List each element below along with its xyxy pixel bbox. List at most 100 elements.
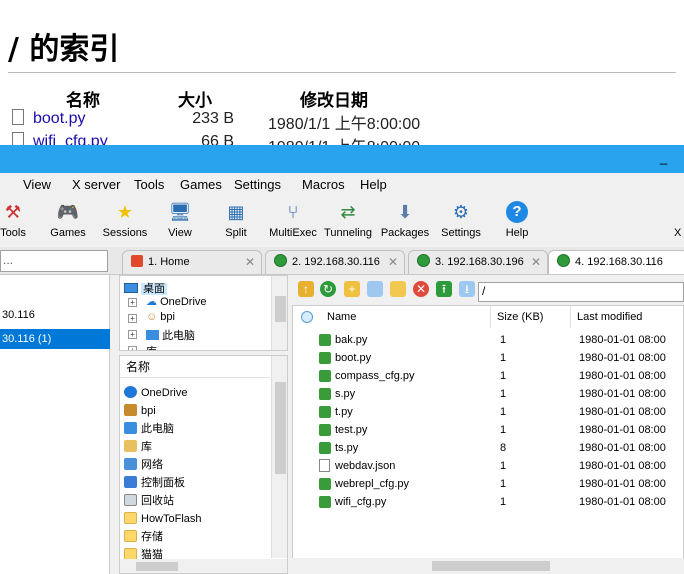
split-grid-icon: ▦ [227,202,245,222]
packages-button[interactable]: ⬇ Packages [377,195,433,239]
file-modified: 1980-01-01 08:00 [579,352,666,364]
table-row[interactable]: ts.py 8 1980-01-01 08:00 [293,439,683,457]
tab-home[interactable]: 1. Home ✕ [122,250,262,274]
tab-session-3[interactable]: 3. 192.168.30.196 ✕ [408,250,548,274]
tools-icon: ⚒ [4,202,22,222]
list-item[interactable]: 控制面板 [124,474,185,492]
parent-folder-icon[interactable]: ↑ [298,281,314,297]
column-header-name[interactable]: Name [293,306,491,328]
upload-icon[interactable]: ⭱ [436,281,452,297]
list-item[interactable]: 存储 [124,528,163,546]
fork-icon: ⑂ [287,202,299,222]
games-button[interactable]: 🎮 Games [40,195,96,239]
multiexec-button[interactable]: ⑂ MultiExec [265,195,321,239]
delete-icon[interactable]: ✕ [413,281,429,297]
list-item[interactable]: 此电脑 [124,420,174,438]
index-row [12,109,24,130]
gears-icon: ⚙ [452,202,470,222]
list-item[interactable]: 网络 [124,456,163,474]
quick-connect-input[interactable]: ... [0,250,108,272]
tab-session-2[interactable]: 2. 192.168.30.116 ✕ [265,250,405,274]
file-list-hscrollbar[interactable] [292,558,684,574]
session-item[interactable]: 30.116 [0,305,110,325]
tree-node-pc[interactable]: 此电脑 [146,327,195,343]
list-scrollbar[interactable] [271,356,287,558]
menu-settings[interactable]: Settings [234,177,281,192]
tunneling-button[interactable]: ⇄ Tunneling [320,195,376,239]
list-item[interactable]: HowToFlash [124,510,202,528]
file-size: 1 [500,388,507,400]
table-row[interactable]: compass_cfg.py 1 1980-01-01 08:00 [293,367,683,385]
table-row[interactable]: webdav.json 1 1980-01-01 08:00 [293,457,683,475]
python-file-icon [319,442,331,454]
view-button[interactable]: 🖥 View [152,195,208,239]
index-link-boot[interactable]: boot.py [33,110,85,128]
open-folder-icon[interactable] [390,281,406,297]
menu-xserver[interactable]: X server [72,177,120,192]
session-item-selected[interactable]: 30.116 (1) [0,329,110,349]
tree-node-onedrive[interactable]: ☁ OneDrive [146,295,207,308]
sessions-button[interactable]: ★ Sessions [97,195,153,239]
settings-button[interactable]: ⚙ Settings [433,195,489,239]
menu-macros[interactable]: Macros [302,177,345,192]
list-item[interactable]: 回收站 [124,492,174,510]
sftp-file-list: Name Size (KB) Last modified bak.py 1 1980… [292,305,684,574]
new-file-icon[interactable] [367,281,383,297]
list-item[interactable]: 库 [124,438,152,456]
expand-icon[interactable]: + [128,298,137,307]
table-row[interactable]: webrepl_cfg.py 1 1980-01-01 08:00 [293,475,683,493]
tree-node-library[interactable]: 库 [146,343,157,350]
tree-scrollbar[interactable] [271,276,287,350]
file-name: boot.py [335,352,372,364]
computer-icon [124,422,137,434]
path-input[interactable]: / [478,282,684,302]
split-button[interactable]: ▦ Split [208,195,264,239]
table-row[interactable]: test.py 1 1980-01-01 08:00 [293,421,683,439]
globe-icon [417,254,430,267]
file-modified: 1980-01-01 08:00 [579,370,666,382]
list-item[interactable]: bpi [124,402,156,420]
tree-node-bpi[interactable]: ☺ bpi [146,311,175,323]
close-icon[interactable]: ✕ [527,251,541,273]
minimize-button[interactable]: _ [660,151,670,164]
column-header-modified[interactable]: Last modified [571,306,683,328]
close-icon[interactable]: ✕ [384,251,398,273]
list-item[interactable]: OneDrive [124,384,187,402]
expand-icon[interactable]: + [128,314,137,323]
table-row[interactable]: boot.py 1 1980-01-01 08:00 [293,349,683,367]
title-bar[interactable]: _ [0,145,684,173]
home-icon [131,255,143,267]
menu-view[interactable]: View [23,177,51,192]
menu-help[interactable]: Help [360,177,387,192]
tab-session-4[interactable]: 4. 192.168.30.116 [548,250,684,274]
menu-games[interactable]: Games [180,177,222,192]
computer-icon [146,330,159,340]
list-hscrollbar[interactable] [120,559,287,573]
new-folder-icon[interactable]: + [344,281,360,297]
file-size: 1 [500,460,507,472]
expand-icon[interactable]: + [128,330,137,339]
python-file-icon [319,388,331,400]
table-row[interactable]: bak.py 1 1980-01-01 08:00 [293,331,683,349]
table-row[interactable]: s.py 1 1980-01-01 08:00 [293,385,683,403]
table-row[interactable]: t.py 1 1980-01-01 08:00 [293,403,683,421]
column-header-name[interactable]: 名称 [120,356,270,378]
python-file-icon [319,406,331,418]
file-size: 1 [500,478,507,490]
tools-button[interactable]: ⚒ Tools [0,195,41,239]
file-size: 1 [500,370,507,382]
file-modified: 1980-01-01 08:00 [579,478,666,490]
file-name: webrepl_cfg.py [335,478,409,490]
column-header-size[interactable]: Size (KB) [491,306,571,328]
gamepad-icon: 🎮 [56,202,80,222]
desktop-node[interactable]: 桌面 [124,280,167,296]
refresh-icon[interactable]: ↻ [320,281,336,297]
download-icon[interactable]: ⭳ [459,281,475,297]
expand-icon[interactable]: + [128,346,137,350]
table-row[interactable]: wifi_cfg.py 1 1980-01-01 08:00 [293,493,683,511]
menu-tools[interactable]: Tools [134,177,164,192]
close-icon[interactable]: ✕ [245,251,255,273]
file-name: compass_cfg.py [335,370,415,382]
x-button[interactable]: X [650,195,684,239]
help-button[interactable]: ? Help [489,195,545,239]
